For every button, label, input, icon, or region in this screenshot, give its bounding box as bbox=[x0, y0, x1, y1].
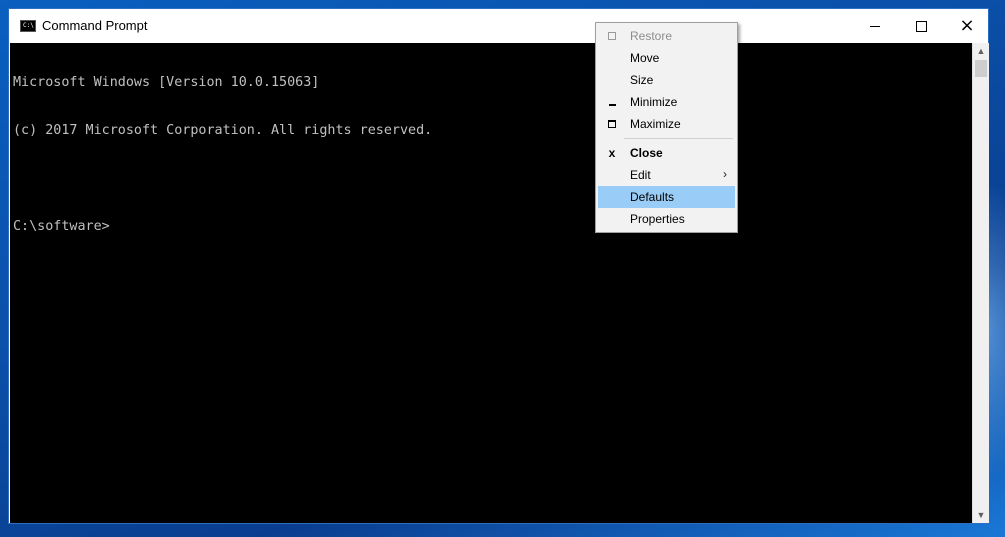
menu-item-label: Maximize bbox=[630, 117, 681, 131]
menu-item-size[interactable]: Size bbox=[598, 69, 735, 91]
menu-item-defaults[interactable]: Defaults bbox=[598, 186, 735, 208]
scroll-up-icon[interactable]: ▲ bbox=[973, 43, 989, 59]
maximize-icon bbox=[608, 120, 616, 128]
menu-item-minimize[interactable]: Minimize bbox=[598, 91, 735, 113]
maximize-button[interactable] bbox=[898, 9, 944, 43]
close-button[interactable]: × bbox=[944, 9, 990, 43]
app-icon-glyph: C:\ bbox=[23, 22, 34, 29]
menu-separator bbox=[624, 138, 733, 139]
menu-item-close[interactable]: x Close bbox=[598, 142, 735, 164]
scroll-down-icon[interactable]: ▼ bbox=[973, 507, 989, 523]
menu-item-maximize[interactable]: Maximize bbox=[598, 113, 735, 135]
chevron-right-icon: › bbox=[723, 167, 727, 181]
console-line: Microsoft Windows [Version 10.0.15063] bbox=[13, 75, 320, 90]
menu-item-restore[interactable]: Restore bbox=[598, 25, 735, 47]
command-prompt-icon[interactable]: C:\ bbox=[20, 20, 36, 32]
window-title: Command Prompt bbox=[42, 18, 148, 33]
menu-item-move[interactable]: Move bbox=[598, 47, 735, 69]
maximize-icon bbox=[915, 20, 927, 32]
menu-item-label: Defaults bbox=[630, 190, 675, 204]
menu-item-label: Minimize bbox=[630, 95, 678, 109]
system-menu: Restore Move Size Minimize Maximize x Cl… bbox=[595, 22, 738, 233]
minimize-button[interactable] bbox=[852, 9, 898, 43]
menu-item-label: Close bbox=[630, 146, 663, 160]
console-prompt: C:\software> bbox=[13, 219, 110, 234]
menu-item-label: Restore bbox=[630, 29, 673, 43]
menu-item-edit[interactable]: Edit › bbox=[598, 164, 735, 186]
menu-item-label: Move bbox=[630, 51, 660, 65]
menu-item-label: Properties bbox=[630, 212, 685, 226]
close-icon: x bbox=[608, 146, 616, 160]
minimize-icon bbox=[608, 104, 616, 106]
menu-item-properties[interactable]: Properties bbox=[598, 208, 735, 230]
restore-icon bbox=[608, 32, 616, 40]
command-prompt-window[interactable]: C:\ Command Prompt × Microsoft Windows [… bbox=[8, 8, 989, 524]
console-output[interactable]: Microsoft Windows [Version 10.0.15063] (… bbox=[10, 43, 972, 523]
close-icon: × bbox=[959, 15, 975, 36]
console-line: (c) 2017 Microsoft Corporation. All righ… bbox=[13, 123, 433, 138]
menu-item-label: Size bbox=[630, 73, 654, 87]
menu-item-label: Edit bbox=[630, 168, 651, 182]
title-bar[interactable]: C:\ Command Prompt × bbox=[9, 9, 988, 43]
scroll-thumb[interactable] bbox=[975, 60, 987, 77]
vertical-scrollbar[interactable]: ▲ ▼ bbox=[972, 43, 989, 523]
minimize-icon bbox=[870, 25, 880, 27]
